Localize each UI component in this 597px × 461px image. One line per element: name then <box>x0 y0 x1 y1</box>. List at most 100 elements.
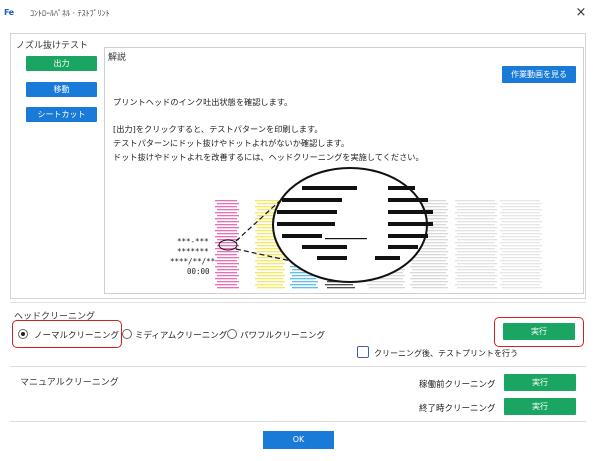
pattern-dot-row <box>457 227 497 229</box>
pattern-dot-row <box>215 278 237 280</box>
pattern-dot-row <box>215 260 237 262</box>
normal-cleaning-label[interactable]: ノーマルクリーニング <box>34 329 119 341</box>
pattern-dot-row <box>410 272 446 274</box>
pattern-dot-row <box>412 269 448 271</box>
pattern-dot-row <box>255 266 283 268</box>
move-button[interactable]: 移動 <box>26 82 97 97</box>
end-cleaning-execute-button[interactable]: 実行 <box>504 398 576 415</box>
test-pattern-illustration: ***-*** ******* ****/**/** 00:00 <box>170 167 542 289</box>
pattern-dot-row <box>217 215 239 217</box>
pattern-dot-row <box>217 257 239 259</box>
pattern-dot-row <box>502 269 542 271</box>
sheet-cut-button[interactable]: シートカット <box>26 107 97 122</box>
pattern-dot-row <box>500 236 540 238</box>
pattern-dot-row <box>502 281 542 283</box>
medium-cleaning-radio[interactable] <box>122 329 132 339</box>
pattern-dot-row <box>500 224 540 226</box>
pattern-dot-row <box>410 278 446 280</box>
nozzle-test-section-label: ノズル抜けテスト <box>16 41 89 51</box>
pattern-dot-row <box>502 215 542 217</box>
pattern-dot-row <box>217 209 239 211</box>
pattern-dot-row <box>502 203 542 205</box>
pattern-dot-row <box>457 251 497 253</box>
powerful-cleaning-label[interactable]: パワフルクリーニング <box>240 329 325 341</box>
pattern-dot-row <box>457 239 497 241</box>
pattern-dot-row <box>457 233 497 235</box>
pattern-dot-row <box>455 254 495 256</box>
pattern-dot-row <box>502 257 542 259</box>
normal-cleaning-radio[interactable] <box>18 329 28 339</box>
output-button[interactable]: 出力 <box>26 56 97 71</box>
pattern-dot-row <box>455 260 495 262</box>
pattern-dot-row <box>410 284 446 286</box>
pattern-dot-row <box>500 230 540 232</box>
pattern-dot-row <box>255 272 283 274</box>
pattern-dot-row <box>455 266 495 268</box>
pattern-dot-row <box>412 275 448 277</box>
pattern-dot-row <box>255 260 283 262</box>
pattern-dot-row <box>500 212 540 214</box>
pattern-dot-row <box>217 203 239 205</box>
pattern-dot-row <box>215 224 237 226</box>
pattern-dot-row <box>455 224 495 226</box>
pattern-dot-row <box>412 257 448 259</box>
pattern-dot-row <box>217 287 239 289</box>
pattern-dot-row <box>457 245 497 247</box>
close-icon[interactable]: × <box>573 5 589 21</box>
before-cleaning-label: 稼働前クリーニング <box>419 380 496 390</box>
pattern-dot-row <box>410 260 446 262</box>
title-bar: Fe ｺﾝﾄﾛｰﾙﾊﾟﾈﾙ · ﾃｽﾄﾌﾟﾘﾝﾄ × <box>0 0 597 26</box>
pattern-dot-row <box>215 212 237 214</box>
pattern-dot-row <box>500 242 540 244</box>
before-cleaning-execute-button[interactable]: 実行 <box>504 374 576 391</box>
pattern-dot-row <box>500 284 540 286</box>
pattern-dot-row <box>457 263 497 265</box>
pattern-dot-row <box>455 236 495 238</box>
pattern-dot-row <box>457 287 497 289</box>
pattern-dot-row <box>455 218 495 220</box>
pattern-dot-row <box>255 278 283 280</box>
window-title: ｺﾝﾄﾛｰﾙﾊﾟﾈﾙ · ﾃｽﾄﾌﾟﾘﾝﾄ <box>30 9 110 18</box>
pattern-dot-row <box>502 263 542 265</box>
pattern-text-2: ******* <box>177 247 209 256</box>
app-logo: Fe <box>4 8 14 17</box>
pattern-dot-row <box>217 281 239 283</box>
pattern-dot-row <box>215 242 237 244</box>
pattern-dot-row <box>500 254 540 256</box>
pattern-dot-row <box>217 245 239 247</box>
pattern-dot-row <box>217 275 239 277</box>
pattern-dot-row <box>215 272 237 274</box>
pattern-dot-row <box>455 206 495 208</box>
pattern-dot-row <box>455 284 495 286</box>
pattern-dot-row <box>502 209 542 211</box>
powerful-cleaning-radio[interactable] <box>227 329 237 339</box>
pattern-dot-row <box>502 239 542 241</box>
pattern-dot-row <box>257 275 285 277</box>
test-print-after-label: クリーニング後、テストプリントを行う <box>374 349 518 358</box>
pattern-dot-row <box>257 263 285 265</box>
pattern-dot-row <box>215 266 237 268</box>
pattern-dot-row <box>410 266 446 268</box>
pattern-dot-row <box>455 248 495 250</box>
pattern-dot-row <box>502 227 542 229</box>
pattern-dot-row <box>215 284 237 286</box>
pattern-dot-row <box>502 221 542 223</box>
pattern-dot-row <box>367 284 403 286</box>
pattern-dot-row <box>257 269 285 271</box>
pattern-dot-row <box>502 275 542 277</box>
pattern-dot-row <box>502 251 542 253</box>
ok-button[interactable]: OK <box>263 431 334 449</box>
pattern-dot-row <box>217 227 239 229</box>
execute-cleaning-button[interactable]: 実行 <box>503 323 575 340</box>
pattern-dot-row <box>457 275 497 277</box>
pattern-dot-row <box>457 221 497 223</box>
manual-cleaning-section-label: マニュアルクリーニング <box>20 378 119 388</box>
pattern-dot-row <box>500 218 540 220</box>
pattern-dot-row <box>455 212 495 214</box>
pattern-dot-row <box>215 200 237 202</box>
pattern-dot-row <box>457 215 497 217</box>
medium-cleaning-label[interactable]: ミディアムクリーニング <box>135 329 227 341</box>
pattern-dot-row <box>502 233 542 235</box>
test-print-after-checkbox[interactable] <box>357 346 369 358</box>
pattern-dot-row <box>457 269 497 271</box>
